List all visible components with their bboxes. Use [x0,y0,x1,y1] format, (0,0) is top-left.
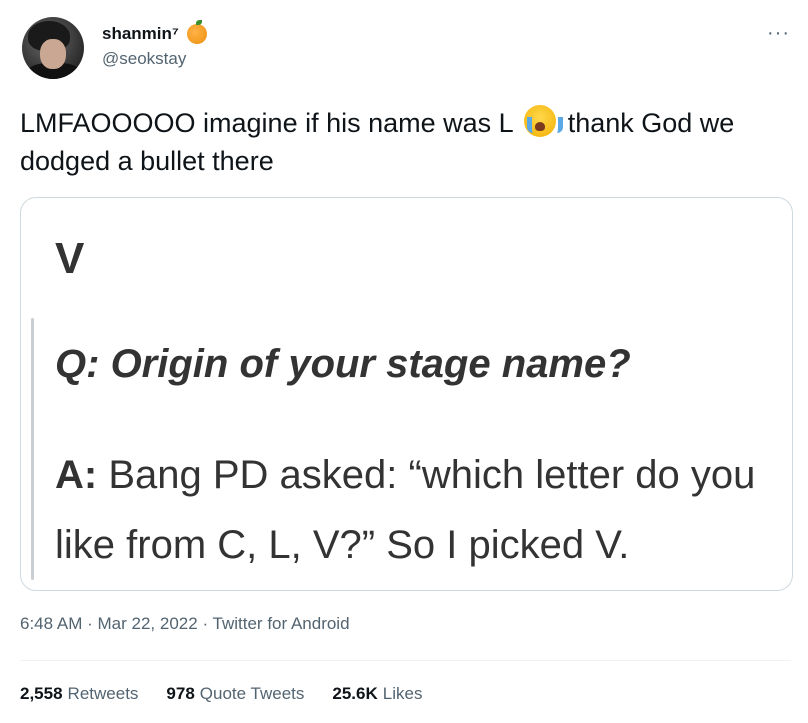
likes-count: 25.6K [332,684,378,703]
orange-emoji-icon [186,20,207,44]
tweet-text-part-1: LMFAOOOOO imagine if his name was L [20,108,513,138]
tweet: shanmin⁷ @seokstay ··· LMFAOOOOO imagine… [0,0,808,723]
image-title: V [55,234,85,283]
user-info: shanmin⁷ @seokstay [102,20,207,69]
answer-text: Bang PD asked: “which letter do you like… [55,453,756,567]
tweet-image[interactable]: V Q: Origin of your stage name? A: Bang … [20,197,793,591]
quotes-count: 978 [166,684,195,703]
tweet-time[interactable]: 6:48 AM [20,614,82,633]
tweet-date[interactable]: Mar 22, 2022 [98,614,198,633]
meta-separator: · [202,614,209,633]
retweets-label: Retweets [67,684,139,703]
likes-label: Likes [382,684,423,703]
image-side-line [31,318,34,580]
user-handle[interactable]: @seokstay [102,49,207,69]
question-text: Origin of your stage name? [110,342,631,386]
more-options-icon[interactable]: ··· [767,22,790,45]
answer-prefix: A: [55,453,98,497]
quotes-label: Quote Tweets [199,684,305,703]
display-name[interactable]: shanmin⁷ [102,24,179,44]
image-question: Q: Origin of your stage name? [55,342,631,387]
tweet-source[interactable]: Twitter for Android [213,614,350,633]
tweet-stats: 2,558 Retweets 978 Quote Tweets 25.6K Likes [20,684,422,704]
avatar[interactable] [22,17,84,79]
retweets-count: 2,558 [20,684,63,703]
divider [20,660,791,661]
tweet-metadata: 6:48 AM · Mar 22, 2022 · Twitter for And… [20,614,350,634]
tweet-text: LMFAOOOOO imagine if his name was L than… [20,104,795,180]
meta-separator: · [87,614,93,633]
quote-tweets-stat[interactable]: 978 Quote Tweets [166,684,304,704]
image-answer: A: Bang PD asked: “which letter do you l… [55,440,775,580]
display-name-row: shanmin⁷ [102,20,207,44]
loudly-crying-face-icon [524,105,564,137]
retweets-stat[interactable]: 2,558 Retweets [20,684,138,704]
question-prefix: Q: [55,342,100,386]
likes-stat[interactable]: 25.6K Likes [332,684,422,704]
